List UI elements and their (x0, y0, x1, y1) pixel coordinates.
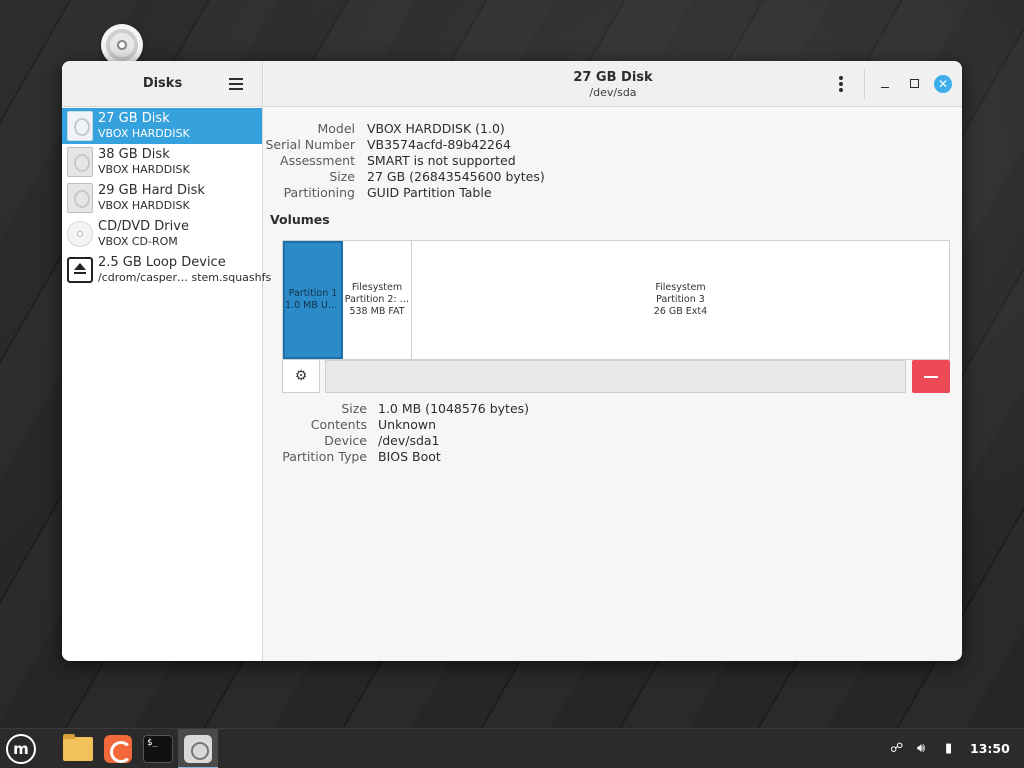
volume-line: Filesystem (655, 282, 706, 293)
firefox-icon[interactable] (104, 735, 132, 763)
disks-app-icon (184, 735, 212, 763)
info-label-serial: Serial Number (265, 137, 355, 152)
delete-partition-button[interactable] (912, 360, 950, 393)
partition-value-type: BIOS Boot (378, 449, 441, 464)
header-divider (864, 69, 865, 99)
disk-name: CD/DVD Drive (98, 219, 189, 234)
sidebar-item-disk-3[interactable]: 29 GB Hard Disk VBOX HARDDISK (62, 180, 262, 216)
partition-value-device: /dev/sda1 (378, 433, 440, 448)
hard-disk-icon (67, 147, 93, 177)
maximize-button[interactable] (910, 79, 919, 88)
info-label-size: Size (329, 169, 355, 184)
eject-icon (67, 257, 93, 283)
partition-label-size: Size (341, 401, 367, 416)
volume-partition-3[interactable]: Filesystem Partition 3 26 GB Ext4 (412, 241, 949, 359)
header-bar: 27 GB Disk /dev/sda ✕ (264, 61, 962, 107)
taskbar: m $_ ☍ 🔊︎ ▮ 13:50 (0, 728, 1024, 768)
disk-name: 38 GB Disk (98, 147, 170, 162)
gears-icon: ⚙ (294, 368, 308, 384)
optical-disc-icon (67, 221, 93, 247)
partition-value-contents: Unknown (378, 417, 437, 432)
partition-label-contents: Contents (310, 417, 367, 432)
volume-line: Partition 3 (656, 294, 705, 305)
sidebar-item-disk-1[interactable]: 27 GB Disk VBOX HARDDISK (62, 108, 262, 144)
clock[interactable]: 13:50 (970, 741, 1010, 756)
disk-subtitle: VBOX CD-ROM (98, 235, 178, 248)
network-icon[interactable]: ☍ (890, 741, 903, 756)
volume-line: Partition 1 (288, 288, 338, 299)
info-label-assessment: Assessment (280, 153, 355, 168)
volumes-heading: Volumes (270, 212, 330, 227)
volume-partition-1[interactable]: Partition 1 1.0 MB Un… (283, 241, 343, 359)
info-label-model: Model (317, 121, 355, 136)
disk-name: 27 GB Disk (98, 111, 170, 126)
volume-map: Partition 1 1.0 MB Un… Filesystem Partit… (282, 240, 950, 360)
disk-subtitle: /cdrom/casper… stem.squashfs (98, 271, 272, 284)
volume-line: 1.0 MB Un… (285, 300, 341, 311)
info-value-size: 27 GB (26843545600 bytes) (367, 169, 545, 184)
info-value-model: VBOX HARDDISK (1.0) (367, 121, 505, 136)
partition-value-size: 1.0 MB (1048576 bytes) (378, 401, 530, 416)
window-title: 27 GB Disk (573, 70, 653, 85)
volume-line: Filesystem (351, 282, 403, 293)
sidebar-item-cd-dvd[interactable]: CD/DVD Drive VBOX CD-ROM (62, 216, 262, 252)
more-options-icon[interactable] (838, 76, 844, 92)
disk-name: 29 GB Hard Disk (98, 183, 205, 198)
battery-icon[interactable]: ▮ (945, 741, 952, 756)
sidebar-item-disk-2[interactable]: 38 GB Disk VBOX HARDDISK (62, 144, 262, 180)
minimize-button[interactable] (879, 77, 893, 91)
info-label-partitioning: Partitioning (283, 185, 355, 200)
hard-disk-icon (67, 111, 93, 141)
hamburger-menu-icon[interactable] (229, 78, 243, 90)
volume-line: 26 GB Ext4 (653, 306, 708, 317)
sidebar-item-loop-device[interactable]: 2.5 GB Loop Device /cdrom/casper… stem.s… (62, 252, 271, 288)
hard-disk-icon (67, 183, 93, 213)
close-button[interactable]: ✕ (934, 75, 952, 93)
terminal-icon[interactable]: $_ (143, 735, 173, 763)
disk-subtitle: VBOX HARDDISK (98, 127, 190, 140)
volume-icon[interactable]: 🔊︎ (917, 741, 925, 756)
disks-window: Disks 27 GB Disk VBOX HARDDISK 38 GB Dis… (62, 61, 962, 661)
partition-options-button[interactable]: ⚙ (282, 360, 320, 393)
mint-menu-icon[interactable]: m (6, 734, 36, 764)
disk-name: 2.5 GB Loop Device (98, 255, 226, 270)
volume-toolbar (325, 360, 906, 393)
sidebar-header: Disks (62, 61, 262, 107)
volume-line: Partition 2: … (344, 294, 410, 305)
volume-line: 538 MB FAT (349, 306, 405, 317)
window-subtitle: /dev/sda (589, 86, 637, 99)
desktop-cd-icon[interactable] (101, 24, 143, 66)
info-value-serial: VB3574acfd-89b42264 (367, 137, 511, 152)
partition-label-type: Partition Type (282, 449, 367, 464)
disk-subtitle: VBOX HARDDISK (98, 199, 190, 212)
info-value-partitioning: GUID Partition Table (367, 185, 492, 200)
disk-subtitle: VBOX HARDDISK (98, 163, 190, 176)
info-value-assessment: SMART is not supported (367, 153, 516, 168)
main-pane: 27 GB Disk /dev/sda ✕ Model VBOX HARDDIS… (264, 61, 962, 661)
volume-partition-2[interactable]: Filesystem Partition 2: … 538 MB FAT (343, 241, 412, 359)
files-folder-icon[interactable] (63, 734, 93, 761)
partition-label-device: Device (324, 433, 367, 448)
disks-taskbar-button[interactable] (178, 729, 218, 768)
sidebar: Disks 27 GB Disk VBOX HARDDISK 38 GB Dis… (62, 61, 271, 661)
